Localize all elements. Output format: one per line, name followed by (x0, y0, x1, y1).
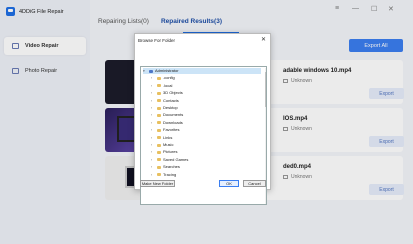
tree-item-label: Administrator (155, 68, 179, 73)
chevron-right-icon[interactable]: › (151, 105, 155, 111)
folder-icon (157, 173, 161, 177)
folder-icon (157, 113, 161, 117)
tree-item[interactable]: › Downloads (151, 120, 261, 126)
chevron-right-icon[interactable]: › (151, 157, 155, 163)
dialog-close-button[interactable]: ✕ (261, 36, 266, 43)
tree-item[interactable]: › .config (151, 75, 261, 81)
tree-item[interactable]: › Searches (151, 164, 261, 170)
chevron-right-icon[interactable]: › (151, 98, 155, 104)
dialog-title: Browse For Folder (138, 38, 176, 43)
tree-item[interactable]: › .local (151, 83, 261, 89)
tree-item-label: Contacts (163, 97, 179, 103)
ok-button[interactable]: OK (219, 180, 239, 187)
tree-item-label: Searches (163, 164, 180, 170)
folder-icon (157, 128, 161, 132)
tree-item[interactable]: › Documents (151, 112, 261, 118)
tree-item[interactable]: › Saved Games (151, 157, 261, 163)
tree-item[interactable]: › Music (151, 142, 261, 148)
chevron-right-icon[interactable]: › (151, 120, 155, 126)
tree-item[interactable]: › 3D Objects (151, 90, 261, 96)
folder-icon (157, 143, 161, 147)
tree-item[interactable]: ▾ Administrator (143, 68, 261, 74)
tree-item-label: Saved Games (163, 156, 189, 162)
folder-icon (157, 106, 161, 110)
tree-item-label: .config (163, 75, 175, 81)
folder-icon (157, 136, 161, 140)
tree-item-label: Desktop (163, 105, 178, 110)
chevron-right-icon[interactable]: › (151, 135, 155, 141)
cancel-button[interactable]: Cancel (243, 180, 266, 187)
tree-item-label: Documents (163, 112, 184, 118)
folder-icon (157, 165, 161, 169)
folder-icon (157, 121, 161, 125)
user-folder-icon (149, 69, 153, 73)
tree-item[interactable]: › Favorites (151, 127, 261, 133)
folder-icon (157, 76, 161, 80)
make-new-folder-button[interactable]: Make New Folder (140, 180, 175, 187)
chevron-right-icon[interactable]: › (151, 90, 155, 96)
tree-item-label: Music (163, 142, 174, 147)
tree-item[interactable]: › Pictures (151, 149, 261, 155)
browse-folder-dialog: Browse For Folder ✕ ▾ Administrator › .conf… (134, 33, 271, 205)
app-window: 4DDiG File Repair Video Repair Photo Rep… (0, 0, 413, 244)
chevron-right-icon[interactable]: › (151, 75, 155, 81)
chevron-right-icon[interactable]: › (151, 164, 155, 170)
folder-icon (157, 84, 161, 88)
tree-item[interactable]: › Desktop (151, 105, 261, 111)
tree-item-label: Pictures (163, 149, 178, 155)
folder-icon (157, 99, 161, 103)
chevron-down-icon[interactable]: ▾ (143, 68, 147, 74)
chevron-right-icon[interactable]: › (151, 127, 155, 133)
chevron-right-icon[interactable]: › (151, 149, 155, 155)
folder-icon (157, 150, 161, 154)
tree-item[interactable]: › Contacts (151, 98, 261, 104)
tree-item-label: Links (163, 134, 173, 140)
chevron-right-icon[interactable]: › (151, 142, 155, 148)
scrollbar-thumb[interactable] (265, 72, 266, 107)
chevron-right-icon[interactable]: › (151, 83, 155, 89)
tree-item-label: 3D Objects (163, 90, 183, 96)
chevron-right-icon[interactable]: › (151, 112, 155, 118)
tree-item-label: Downloads (163, 119, 183, 125)
tree-item[interactable]: › Links (151, 135, 261, 141)
tree-item-label: .local (163, 82, 173, 88)
folder-icon (157, 158, 161, 162)
tree-item-label: Favorites (163, 127, 180, 133)
chevron-right-icon[interactable]: › (151, 172, 155, 178)
tree-item-label: Tracing (163, 171, 177, 177)
folder-icon (157, 91, 161, 95)
tree-item[interactable]: › Tracing (151, 172, 261, 178)
